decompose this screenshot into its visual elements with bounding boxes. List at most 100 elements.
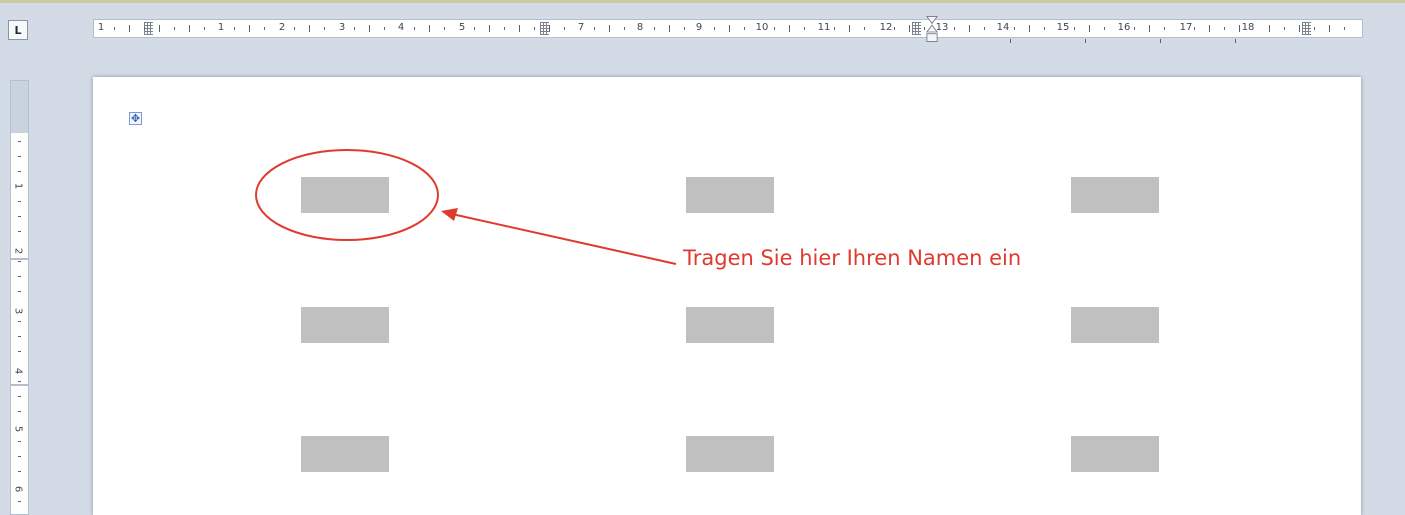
column-marker-icon[interactable] xyxy=(1302,22,1311,35)
ruler-tick xyxy=(789,25,790,32)
ruler-tick xyxy=(594,27,595,30)
ruler-tick xyxy=(1014,27,1015,30)
tab-stop-marker[interactable] xyxy=(1010,39,1011,43)
ruler-tick xyxy=(924,27,925,30)
indent-marker-icon[interactable] xyxy=(926,15,938,49)
ruler-number: 2 xyxy=(12,247,24,255)
ruler-row-separator[interactable] xyxy=(11,384,28,386)
ruler-tick xyxy=(1224,27,1225,30)
ruler-tick xyxy=(519,25,520,32)
ruler-tick xyxy=(654,27,655,30)
ruler-tick xyxy=(744,27,745,30)
ruler-tick xyxy=(189,25,190,32)
name-input-field[interactable] xyxy=(1071,177,1159,213)
ruler-tick xyxy=(1209,25,1210,32)
name-input-field[interactable] xyxy=(1071,307,1159,343)
column-marker-icon[interactable] xyxy=(540,22,549,35)
ruler-tick xyxy=(114,27,115,30)
column-marker-icon[interactable] xyxy=(912,22,921,35)
ruler-tick xyxy=(684,27,685,30)
ruler-tick xyxy=(414,27,415,30)
callout-text: Tragen Sie hier Ihren Namen ein xyxy=(683,246,1022,270)
ruler-tick xyxy=(549,25,550,32)
name-input-field[interactable] xyxy=(1071,436,1159,472)
ruler-number: 1 xyxy=(97,22,105,33)
ruler-number: 16 xyxy=(1117,22,1131,33)
ruler-tick xyxy=(18,201,21,202)
ruler-number: 17 xyxy=(1179,22,1193,33)
ruler-tick xyxy=(294,27,295,30)
tab-stop-marker[interactable] xyxy=(1085,39,1086,43)
ruler-tick xyxy=(18,291,21,292)
ruler-tick xyxy=(129,25,130,32)
column-marker-icon[interactable] xyxy=(144,22,153,35)
ruler-tick xyxy=(264,27,265,30)
document-page[interactable]: ✥ xyxy=(93,77,1361,515)
ruler-tick xyxy=(774,27,775,30)
ruler-tick xyxy=(18,261,21,262)
ruler-tick xyxy=(204,27,205,30)
ruler-tick xyxy=(18,396,21,397)
name-input-field[interactable] xyxy=(301,436,389,472)
ruler-tick xyxy=(1029,25,1030,32)
ruler-tick xyxy=(174,27,175,30)
ruler-number: 15 xyxy=(1056,22,1070,33)
window-top-border xyxy=(0,0,1405,3)
ruler-tick xyxy=(564,27,565,30)
ruler-tick xyxy=(714,27,715,30)
vertical-ruler[interactable]: 1 2 3 4 5 6 xyxy=(10,80,29,515)
ruler-tick xyxy=(624,27,625,30)
ruler-number: 9 xyxy=(695,22,703,33)
ruler-tick xyxy=(1104,27,1105,30)
ruler-number: 2 xyxy=(278,22,286,33)
tab-selector-button[interactable]: L xyxy=(8,20,28,40)
ruler-tick xyxy=(18,411,21,412)
name-input-field[interactable] xyxy=(686,436,774,472)
ruler-number: 7 xyxy=(577,22,585,33)
ruler-row-separator[interactable] xyxy=(11,258,28,260)
ruler-number: 5 xyxy=(458,22,466,33)
ruler-tick xyxy=(834,27,835,30)
name-input-field[interactable] xyxy=(301,307,389,343)
ruler-top-margin xyxy=(11,81,28,133)
ruler-tick xyxy=(444,27,445,30)
ruler-tick xyxy=(894,27,895,30)
ruler-tick xyxy=(159,25,160,32)
ruler-tick xyxy=(384,27,385,30)
ruler-tick xyxy=(18,441,21,442)
ruler-number: 10 xyxy=(755,22,769,33)
ruler-tick xyxy=(1344,27,1345,30)
ruler-tick xyxy=(234,27,235,30)
ruler-tick xyxy=(18,351,21,352)
ruler-number: 11 xyxy=(817,22,831,33)
ruler-tick xyxy=(1089,25,1090,32)
tab-stop-marker[interactable] xyxy=(1235,39,1236,43)
ruler-tick xyxy=(1149,25,1150,32)
ruler-number: 1 xyxy=(12,182,24,190)
ruler-tick xyxy=(324,27,325,30)
ruler-tick xyxy=(18,381,21,382)
ruler-tick xyxy=(1164,27,1165,30)
ruler-tick xyxy=(18,471,21,472)
tab-stop-marker[interactable] xyxy=(1160,39,1161,43)
name-input-field[interactable] xyxy=(686,177,774,213)
ruler-tick xyxy=(18,501,21,502)
ruler-tick xyxy=(18,456,21,457)
ruler-tick xyxy=(1284,27,1285,30)
name-input-field[interactable] xyxy=(301,177,389,213)
ruler-tick xyxy=(309,25,310,32)
horizontal-ruler[interactable]: 1 1 2 3 4 5 7 8 9 10 11 12 13 14 15 16 17 18 xyxy=(93,19,1363,38)
ruler-tick xyxy=(354,27,355,30)
ruler-number: 3 xyxy=(338,22,346,33)
ruler-tick xyxy=(909,25,910,32)
ruler-tick xyxy=(1134,27,1135,30)
ruler-number: 4 xyxy=(12,367,24,375)
ruler-tick xyxy=(144,27,145,30)
table-move-handle-icon[interactable]: ✥ xyxy=(129,112,142,125)
ruler-number: 4 xyxy=(397,22,405,33)
ruler-tick xyxy=(429,25,430,32)
name-input-field[interactable] xyxy=(686,307,774,343)
ruler-tick xyxy=(669,25,670,32)
ruler-tick xyxy=(18,321,21,322)
ruler-tick xyxy=(1299,25,1300,32)
